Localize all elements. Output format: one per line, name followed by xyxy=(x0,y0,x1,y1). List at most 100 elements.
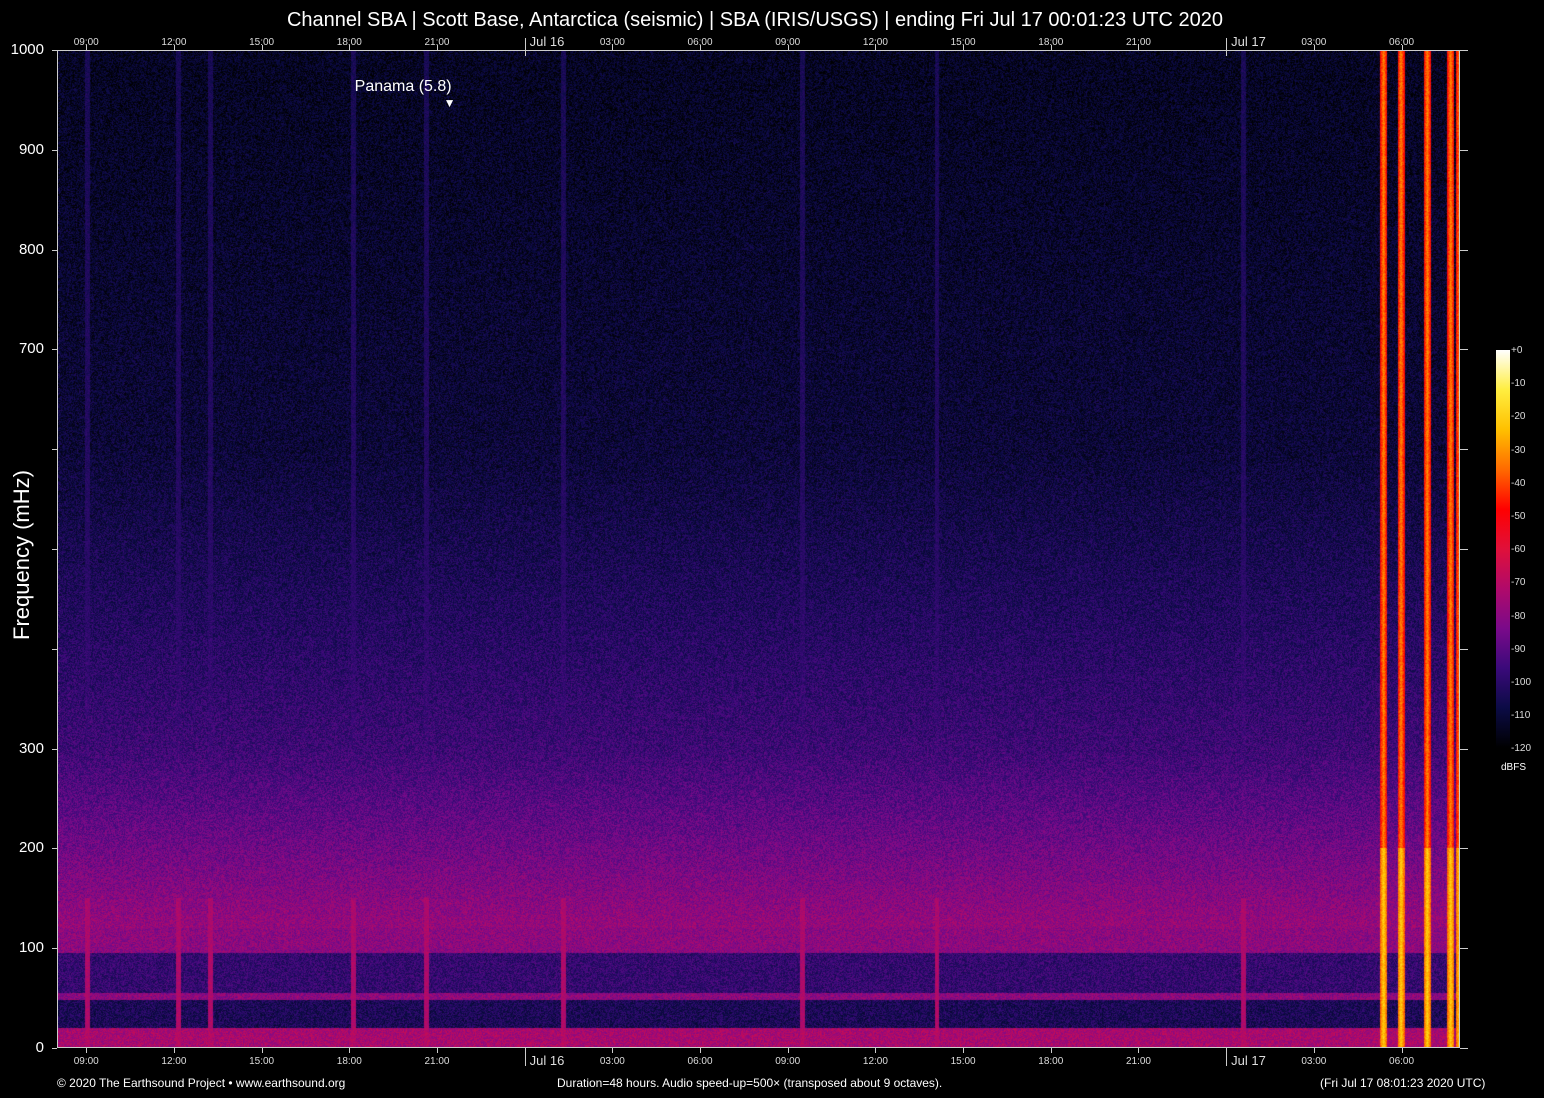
y-tick xyxy=(52,549,57,550)
colorbar-tick-label: -10 xyxy=(1511,378,1525,389)
y-tick-label: 300 xyxy=(0,740,44,757)
x-tick-label-top: Jul 16 xyxy=(525,34,565,49)
x-tick-label-top: 18:00 xyxy=(337,37,362,48)
y-tick xyxy=(1460,948,1468,949)
colorbar-tick-label: -80 xyxy=(1511,611,1525,622)
x-tick-label-bottom: 09:00 xyxy=(775,1056,800,1067)
y-tick xyxy=(52,349,57,350)
spectrogram-image xyxy=(58,51,1459,1047)
x-tick-label-top: 21:00 xyxy=(424,37,449,48)
x-tick-label-bottom: 18:00 xyxy=(1038,1056,1063,1067)
y-tick xyxy=(52,150,57,151)
y-tick xyxy=(52,1048,57,1049)
x-tick xyxy=(1314,1048,1315,1053)
x-tick-label-top: 18:00 xyxy=(1038,37,1063,48)
x-tick-label-bottom: 09:00 xyxy=(74,1056,99,1067)
x-tick-label-bottom: 06:00 xyxy=(688,1056,713,1067)
x-tick xyxy=(1402,1048,1403,1053)
colorbar-tick-label: -20 xyxy=(1511,411,1525,422)
colorbar-tick-label: -110 xyxy=(1511,710,1530,721)
x-tick-label-top: 15:00 xyxy=(249,37,274,48)
x-tick-label-bottom: 18:00 xyxy=(337,1056,362,1067)
y-tick xyxy=(1460,549,1468,550)
x-tick-label-top: 15:00 xyxy=(951,37,976,48)
y-tick-label: 900 xyxy=(0,141,44,158)
colorbar-tick-label: -40 xyxy=(1511,478,1525,489)
y-tick xyxy=(1460,749,1468,750)
spectrogram-plot xyxy=(57,50,1460,1048)
colorbar-tick-label: -70 xyxy=(1511,577,1525,588)
y-tick xyxy=(52,649,57,650)
x-tick xyxy=(86,1048,87,1053)
x-tick xyxy=(1138,1048,1139,1053)
x-tick xyxy=(174,1048,175,1053)
x-tick xyxy=(1051,1048,1052,1053)
x-tick-label-top: 09:00 xyxy=(775,37,800,48)
x-tick-label-bottom: 15:00 xyxy=(249,1056,274,1067)
y-tick xyxy=(1460,150,1468,151)
x-tick xyxy=(262,1048,263,1053)
x-tick xyxy=(349,1048,350,1053)
y-tick-label: 0 xyxy=(0,1039,44,1056)
x-tick-label-bottom: 21:00 xyxy=(1126,1056,1151,1067)
x-tick-label-bottom: 21:00 xyxy=(424,1056,449,1067)
x-tick xyxy=(788,1048,789,1053)
x-tick-label-bottom: 03:00 xyxy=(600,1056,625,1067)
y-tick xyxy=(52,250,57,251)
y-tick xyxy=(52,848,57,849)
footer-copyright: © 2020 The Earthsound Project • www.eart… xyxy=(57,1076,345,1090)
y-tick xyxy=(1460,50,1468,51)
colorbar-tick-label: -120 xyxy=(1511,743,1531,754)
y-tick xyxy=(1460,449,1468,450)
y-tick xyxy=(1460,649,1468,650)
x-tick xyxy=(437,1048,438,1053)
down-arrow-icon: ▼ xyxy=(444,96,456,110)
x-tick-label-top: 06:00 xyxy=(1389,37,1414,48)
x-tick-label-bottom: 12:00 xyxy=(863,1056,888,1067)
y-tick xyxy=(52,948,57,949)
colorbar-tick-label: -30 xyxy=(1511,445,1525,456)
y-tick xyxy=(1460,1048,1468,1049)
y-tick-label: 200 xyxy=(0,839,44,856)
y-tick-label: 100 xyxy=(0,939,44,956)
x-tick-label-top: 06:00 xyxy=(688,37,713,48)
y-tick xyxy=(52,50,57,51)
x-tick-label-bottom: 12:00 xyxy=(161,1056,186,1067)
y-tick xyxy=(52,449,57,450)
colorbar xyxy=(1496,350,1510,748)
y-tick xyxy=(52,749,57,750)
colorbar-tick-label: +0 xyxy=(1511,345,1522,356)
event-annotation: Panama (5.8) xyxy=(355,78,452,96)
colorbar-tick-label: -100 xyxy=(1511,677,1531,688)
y-tick-label: 700 xyxy=(0,340,44,357)
footer-duration: Duration=48 hours. Audio speed-up=500× (… xyxy=(557,1076,942,1090)
x-tick-label-top: Jul 17 xyxy=(1226,34,1266,49)
y-tick xyxy=(1460,349,1468,350)
x-tick-label-bottom: Jul 17 xyxy=(1226,1053,1266,1068)
x-tick-label-bottom: Jul 16 xyxy=(525,1053,565,1068)
x-tick-label-top: 03:00 xyxy=(1301,37,1326,48)
y-tick xyxy=(1460,250,1468,251)
colorbar-tick-label: -90 xyxy=(1511,644,1525,655)
x-tick-label-bottom: 03:00 xyxy=(1301,1056,1326,1067)
chart-title: Channel SBA | Scott Base, Antarctica (se… xyxy=(0,9,1510,32)
footer-timestamp: (Fri Jul 17 08:01:23 2020 UTC) xyxy=(1320,1076,1485,1090)
x-tick xyxy=(612,1048,613,1053)
colorbar-tick-label: -60 xyxy=(1511,544,1525,555)
x-tick-label-top: 09:00 xyxy=(74,37,99,48)
x-tick-label-bottom: 15:00 xyxy=(951,1056,976,1067)
x-tick-label-bottom: 06:00 xyxy=(1389,1056,1414,1067)
x-tick-label-top: 12:00 xyxy=(863,37,888,48)
y-tick xyxy=(1460,848,1468,849)
x-tick xyxy=(700,1048,701,1053)
x-tick xyxy=(875,1048,876,1053)
y-tick-label: 800 xyxy=(0,241,44,258)
colorbar-unit: dBFS xyxy=(1501,762,1526,773)
x-tick-label-top: 03:00 xyxy=(600,37,625,48)
x-tick-label-top: 12:00 xyxy=(161,37,186,48)
x-tick-label-top: 21:00 xyxy=(1126,37,1151,48)
colorbar-tick-label: -50 xyxy=(1511,511,1525,522)
y-axis-label: Frequency (mHz) xyxy=(9,470,35,640)
y-tick-label: 1000 xyxy=(0,41,44,58)
x-tick xyxy=(963,1048,964,1053)
